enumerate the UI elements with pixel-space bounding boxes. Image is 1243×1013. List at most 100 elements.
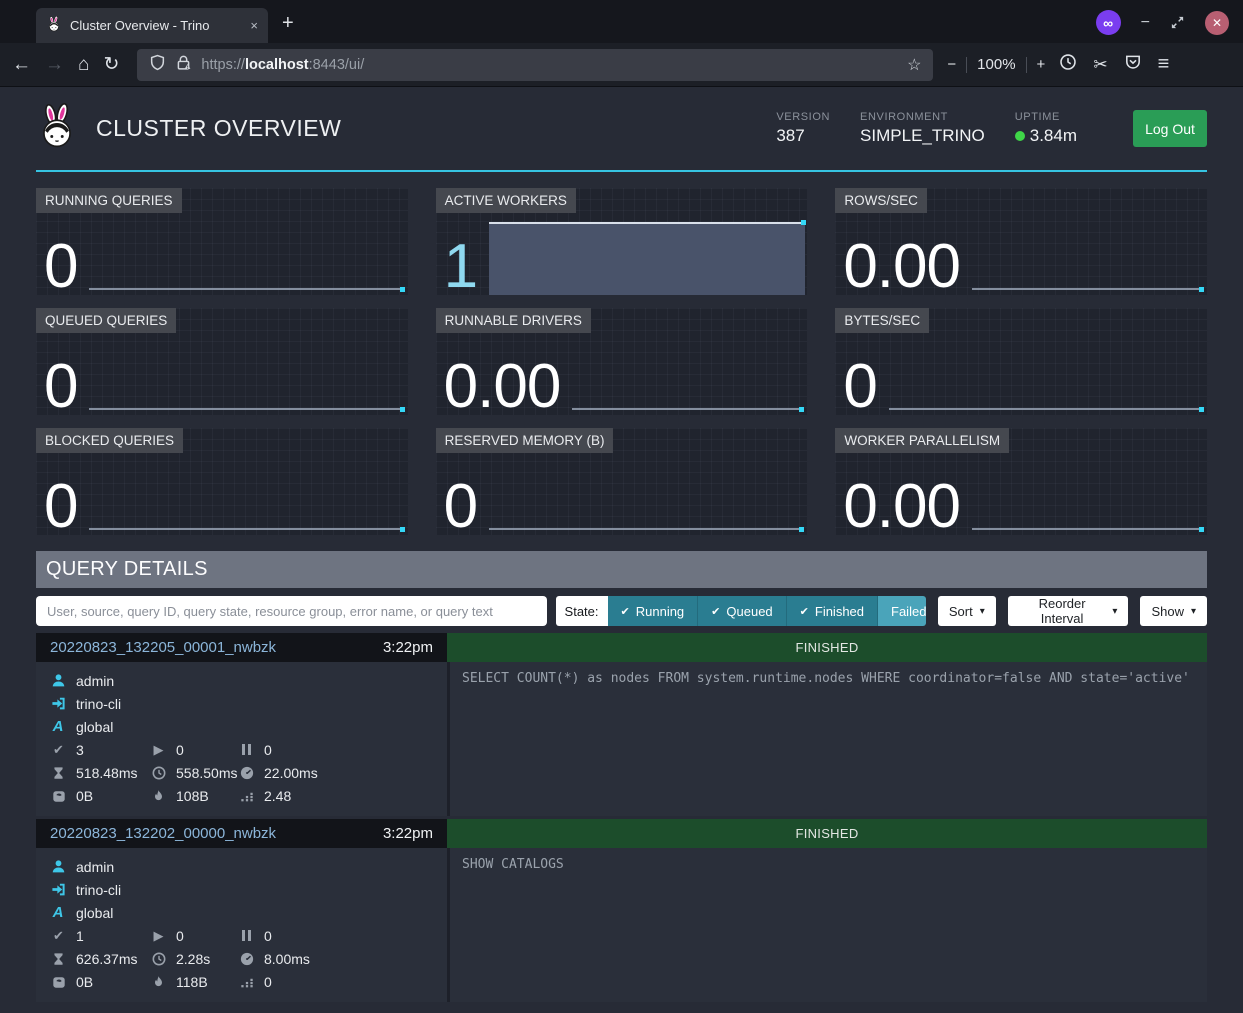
- state-button-queued[interactable]: ✔ Queued: [698, 596, 786, 626]
- logout-button[interactable]: Log Out: [1133, 110, 1207, 147]
- stat-card-value: 0: [44, 478, 77, 535]
- url-text[interactable]: https://localhost:8443/ui/: [201, 57, 364, 73]
- sparkline: [972, 288, 1203, 290]
- environment-meta: ENVIRONMENT SIMPLE_TRINO: [860, 111, 985, 146]
- history-clock-icon[interactable]: [1059, 53, 1077, 76]
- query-search-input[interactable]: [36, 596, 547, 626]
- zoom-out-icon[interactable]: −: [947, 56, 956, 73]
- uptime-meta: UPTIME 3.84m: [1015, 111, 1077, 146]
- stat-card-bytes-sec: BYTES/SEC 0: [835, 308, 1207, 415]
- cpu-gauge-icon: [238, 952, 255, 966]
- uptime-status-dot: [1015, 131, 1025, 141]
- stat-card-worker-parallelism: WORKER PARALLELISM 0.00: [835, 428, 1207, 535]
- stat-card-value: 0.00: [444, 358, 561, 415]
- stat-card-blocked-queries: BLOCKED QUERIES 0: [36, 428, 408, 535]
- sparkline: [889, 408, 1203, 410]
- sparkline: [89, 528, 403, 530]
- query-id-box: 20220823_132205_00001_nwbzk 3:22pm: [36, 633, 447, 662]
- stat-cards-grid: RUNNING QUERIES 0 ACTIVE WORKERS 1 ROWS/…: [36, 188, 1207, 535]
- current-memory-scale-icon: [50, 975, 67, 989]
- window-maximize-button[interactable]: [1170, 15, 1185, 30]
- screenshot-tool-icon[interactable]: ✂: [1093, 55, 1107, 75]
- query-source: trino-cli: [76, 882, 121, 898]
- query-id-link[interactable]: 20220823_132205_00001_nwbzk: [50, 639, 276, 656]
- query-time: 3:22pm: [383, 825, 433, 842]
- sparkline-dot: [1199, 287, 1204, 292]
- window-minimize-button[interactable]: −: [1141, 14, 1150, 32]
- query-row: 20220823_132202_00000_nwbzk 3:22pm FINIS…: [36, 819, 1207, 1002]
- query-id-link[interactable]: 20220823_132202_00000_nwbzk: [50, 825, 276, 842]
- stat-card-value: 0: [843, 358, 876, 415]
- browser-toolbar: ← → ⌂ ↻ https://localhost:8443/ui/ ☆ − 1…: [0, 43, 1243, 87]
- elapsed-clock-icon: [150, 766, 167, 780]
- query-resource-group: global: [76, 719, 113, 735]
- lock-warning-icon[interactable]: [175, 54, 192, 76]
- sort-dropdown[interactable]: Sort▾: [938, 596, 996, 626]
- sparkline: [89, 408, 403, 410]
- stat-card-value: 0.00: [843, 478, 960, 535]
- peak-memory-flame-icon: [150, 789, 167, 803]
- zoom-level[interactable]: 100%: [977, 56, 1015, 73]
- stat-card-value: 1: [444, 238, 477, 295]
- stat-card-label: RUNNABLE DRIVERS: [436, 308, 591, 333]
- wall-time-hourglass-icon: [50, 766, 67, 780]
- trino-favicon-icon: [46, 16, 62, 35]
- sparkline-dot: [1199, 407, 1204, 412]
- stat-card-rows-sec: ROWS/SEC 0.00: [835, 188, 1207, 295]
- stat-card-value: 0: [444, 478, 477, 535]
- stat-card-label: QUEUED QUERIES: [36, 308, 176, 333]
- reorder-interval-dropdown[interactable]: Reorder Interval▾: [1008, 596, 1129, 626]
- stat-card-label: ACTIVE WORKERS: [436, 188, 576, 213]
- queued-splits-icon: [238, 744, 255, 755]
- cpu-gauge-icon: [238, 766, 255, 780]
- pocket-icon[interactable]: [1124, 53, 1142, 76]
- menu-hamburger-icon[interactable]: ≡: [1158, 53, 1170, 76]
- home-icon[interactable]: ⌂: [78, 55, 89, 74]
- query-user: admin: [76, 859, 114, 875]
- show-dropdown[interactable]: Show▾: [1140, 596, 1207, 626]
- query-info-panel: admin trino-cli A global ✔3 ▶0 0 518.48m…: [36, 662, 447, 816]
- stat-card-label: RUNNING QUERIES: [36, 188, 182, 213]
- running-splits-icon: ▶: [150, 742, 167, 758]
- sparkline-dot: [400, 407, 405, 412]
- stat-card-label: WORKER PARALLELISM: [835, 428, 1009, 453]
- new-tab-button[interactable]: +: [282, 12, 294, 35]
- address-bar[interactable]: https://localhost:8443/ui/ ☆: [137, 49, 933, 81]
- state-button-running[interactable]: ✔ Running: [608, 596, 699, 626]
- user-icon: [50, 859, 66, 874]
- stat-card-value: 0.00: [843, 238, 960, 295]
- sparkline-dot: [799, 407, 804, 412]
- sign-in-icon: [50, 696, 66, 711]
- stat-card-label: RESERVED MEMORY (B): [436, 428, 614, 453]
- sparkline: [972, 528, 1203, 530]
- elapsed-clock-icon: [150, 952, 167, 966]
- shield-icon[interactable]: [149, 54, 166, 76]
- zoom-in-icon[interactable]: +: [1037, 56, 1046, 73]
- bookmark-star-icon[interactable]: ☆: [907, 55, 921, 75]
- sparkline-dot: [400, 527, 405, 532]
- peak-memory-flame-icon: [150, 975, 167, 989]
- separator: [1026, 57, 1027, 73]
- window-close-button[interactable]: ✕: [1205, 11, 1229, 35]
- completed-splits-icon: ✔: [50, 742, 67, 758]
- page-title: CLUSTER OVERVIEW: [96, 115, 341, 142]
- reload-icon[interactable]: ↻: [103, 55, 119, 74]
- stat-card-label: ROWS/SEC: [835, 188, 927, 213]
- running-splits-icon: ▶: [150, 928, 167, 944]
- query-sql-text: SHOW CATALOGS: [447, 848, 1207, 1002]
- tab-close-icon[interactable]: ×: [250, 18, 258, 33]
- separator: [966, 57, 967, 73]
- browser-tab[interactable]: Cluster Overview - Trino ×: [36, 8, 268, 43]
- query-filters: State: ✔ Running ✔ Queued ✔ Finished Fai…: [36, 596, 1207, 626]
- forward-icon[interactable]: →: [45, 55, 64, 74]
- state-button-failed[interactable]: Failed ▾: [878, 596, 926, 626]
- current-memory-scale-icon: [50, 789, 67, 803]
- sparkline-dot: [400, 287, 405, 292]
- query-status-badge: FINISHED: [447, 633, 1207, 662]
- state-filter-group: State: ✔ Running ✔ Queued ✔ Finished Fai…: [556, 596, 926, 626]
- stat-card-value: 0: [44, 358, 77, 415]
- back-icon[interactable]: ←: [12, 55, 31, 74]
- state-button-finished[interactable]: ✔ Finished: [787, 596, 878, 626]
- stat-card-active-workers: ACTIVE WORKERS 1: [436, 188, 808, 295]
- query-time: 3:22pm: [383, 639, 433, 656]
